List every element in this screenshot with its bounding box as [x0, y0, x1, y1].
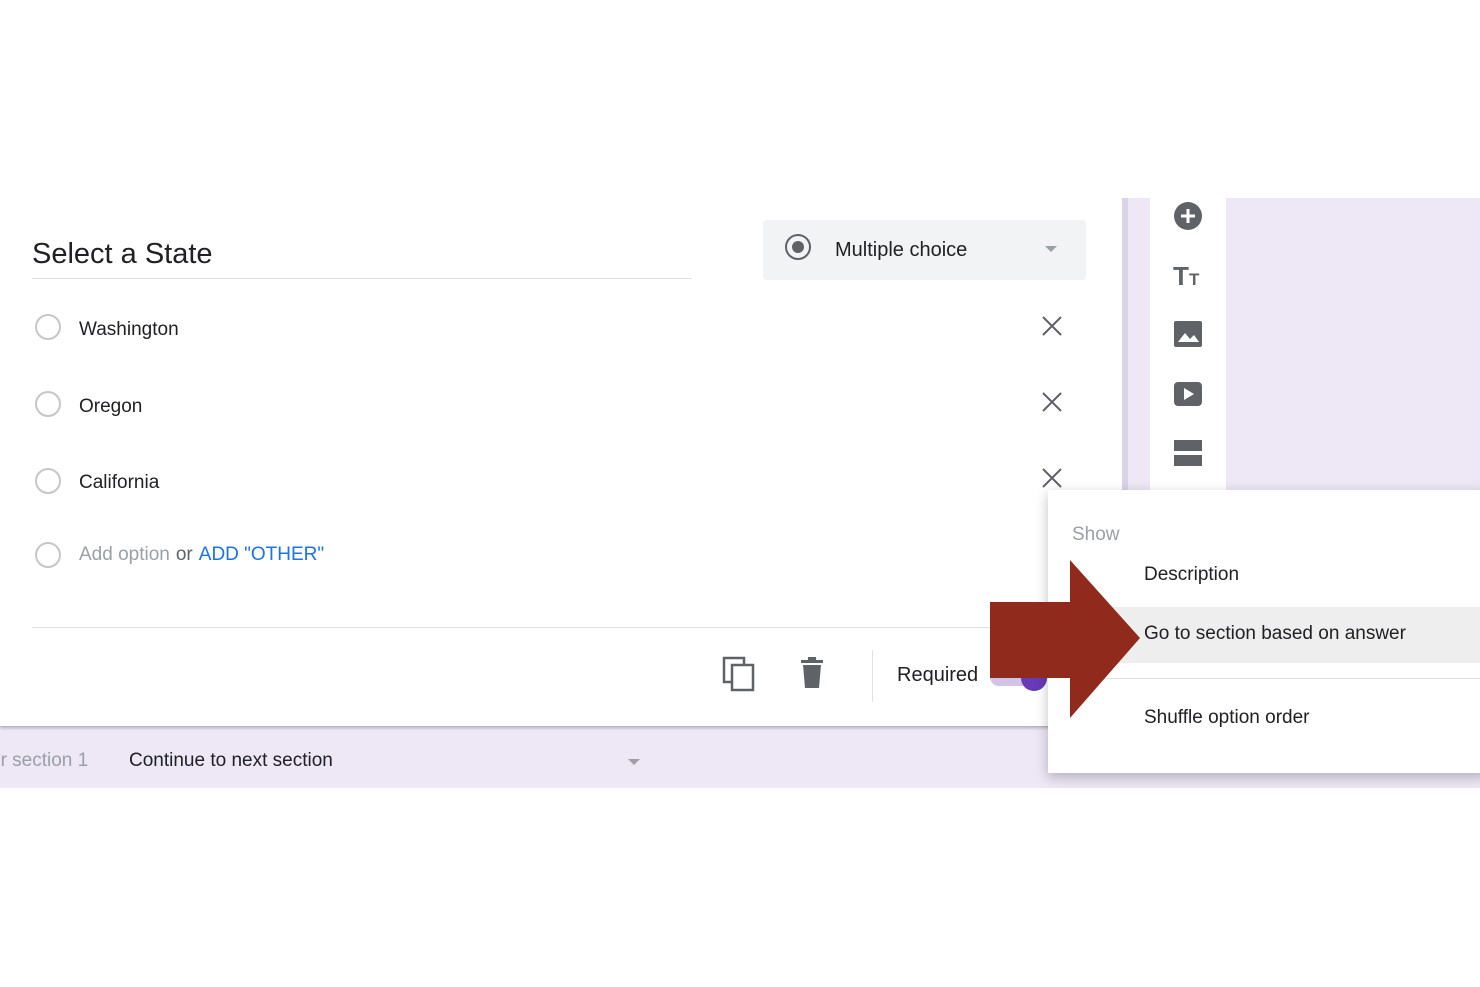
- add-other-link[interactable]: ADD "OTHER": [199, 544, 324, 565]
- add-option-row: Add option or ADD "OTHER": [79, 544, 324, 566]
- menu-header: Show: [1072, 524, 1120, 545]
- side-toolbar: T T: [1150, 198, 1226, 490]
- option-label[interactable]: California: [79, 472, 159, 494]
- add-question-icon[interactable]: [1172, 200, 1204, 232]
- option-label[interactable]: Washington: [79, 319, 179, 341]
- close-icon[interactable]: [1040, 314, 1064, 338]
- question-title-underline: [32, 278, 692, 279]
- option-radio: [35, 314, 61, 340]
- add-image-icon[interactable]: [1172, 318, 1204, 350]
- question-card[interactable]: Select a State Multiple choice Washingto…: [0, 198, 1122, 726]
- delete-icon[interactable]: [798, 656, 826, 690]
- add-section-icon[interactable]: [1172, 437, 1204, 469]
- menu-item-label: Shuffle option order: [1144, 707, 1310, 728]
- question-type-dropdown[interactable]: Multiple choice: [763, 220, 1086, 280]
- option-label[interactable]: Oregon: [79, 396, 142, 418]
- add-or-label: or: [175, 544, 193, 565]
- close-icon[interactable]: [1040, 390, 1064, 414]
- form-canvas: Select a State Multiple choice Washingto…: [0, 198, 1480, 788]
- add-option-input[interactable]: Add option: [79, 544, 170, 565]
- after-section-label: er section 1: [0, 750, 89, 771]
- option-radio: [35, 391, 61, 417]
- menu-separator: [1098, 678, 1480, 679]
- close-icon[interactable]: [1040, 466, 1064, 490]
- title-text-icon[interactable]: T T: [1172, 258, 1204, 290]
- footer-divider: [32, 627, 1122, 628]
- question-title[interactable]: Select a State: [32, 238, 213, 271]
- menu-item-label: Go to section based on answer: [1144, 623, 1406, 644]
- svg-text:T: T: [1189, 270, 1200, 289]
- dropdown-arrow-icon: [1045, 246, 1057, 252]
- radio-icon: [785, 234, 811, 260]
- dropdown-arrow-icon[interactable]: [628, 759, 640, 765]
- option-radio: [35, 542, 61, 568]
- duplicate-icon[interactable]: [722, 656, 756, 692]
- question-type-label: Multiple choice: [835, 239, 968, 261]
- card-side-border: [1122, 198, 1128, 493]
- next-section-dropdown[interactable]: Continue to next section: [129, 750, 333, 772]
- required-label: Required: [897, 664, 979, 686]
- pointer-arrow-icon: [990, 560, 1140, 718]
- footer-separator: [872, 650, 873, 702]
- menu-item-label: Description: [1144, 564, 1240, 585]
- option-radio: [35, 468, 61, 494]
- add-video-icon[interactable]: [1172, 378, 1204, 410]
- svg-text:T: T: [1173, 261, 1189, 290]
